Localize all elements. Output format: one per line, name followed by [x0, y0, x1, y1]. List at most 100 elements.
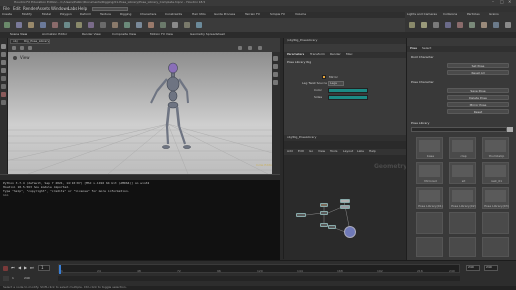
scene-viewport[interactable]: View Indie Edition [8, 52, 280, 174]
reset-button[interactable]: Reset [447, 109, 509, 114]
shelf-tab-volume[interactable]: Volume [295, 13, 306, 16]
console-prompt[interactable]: >>> [3, 194, 8, 197]
snap-icon[interactable] [28, 46, 32, 50]
tab-pose[interactable]: Pose [410, 47, 417, 50]
shelf-tab-guide-process[interactable]: Guide Process [214, 13, 235, 16]
pose-tile[interactable] [482, 212, 509, 234]
sides-field[interactable] [328, 95, 368, 100]
network-node[interactable] [320, 223, 328, 227]
tab-motion-fx-view[interactable]: Motion FX View [150, 33, 173, 36]
pose-tile[interactable]: Pose Library(02) [449, 187, 476, 209]
output-node[interactable] [344, 226, 356, 238]
shelf-tab-characters[interactable]: Characters [140, 13, 156, 16]
geometry-light-icon[interactable] [457, 22, 463, 28]
display-points-icon[interactable] [273, 56, 278, 61]
shelf-tab-create[interactable]: Create [2, 13, 12, 16]
tab-parameters[interactable]: Parameters [287, 53, 304, 56]
pose-tile[interactable]: rest_01 [482, 162, 509, 184]
play-back-icon[interactable]: ◀ [18, 266, 21, 270]
pose-tile[interactable] [449, 212, 476, 234]
file-tool-icon[interactable] [184, 22, 190, 28]
pose-tile[interactable] [482, 237, 509, 257]
delete-pose-button[interactable]: Delete Pose [447, 95, 509, 100]
ghost-icon[interactable] [273, 80, 278, 85]
path-tool-icon[interactable] [124, 22, 130, 28]
shelf-tab-texture[interactable]: Texture [100, 13, 111, 16]
save-pose-button[interactable]: Save Pose [447, 88, 509, 93]
current-frame-field[interactable] [38, 265, 50, 271]
network-editor[interactable]: obj/Rig_PoseLibrary Add Edit Go View Too… [283, 135, 407, 259]
menu-file[interactable]: File [3, 7, 10, 11]
distant-light-icon[interactable] [481, 22, 487, 28]
null-tool-icon[interactable] [64, 22, 70, 28]
sphere-tool-icon[interactable] [16, 22, 22, 28]
wireframe-icon[interactable] [273, 72, 278, 77]
menu-help[interactable]: Help [78, 7, 87, 11]
camera-icon[interactable] [13, 56, 17, 60]
spray-paint-tool-icon[interactable] [136, 22, 142, 28]
pose-tile[interactable] [416, 237, 443, 257]
move-tool-icon[interactable] [1, 52, 6, 57]
pose-tile[interactable]: thumbsUp [482, 137, 509, 159]
mirror-checkbox[interactable] [322, 75, 326, 79]
menu-render[interactable]: Render [23, 7, 37, 11]
shelf-tab-hair-utils[interactable]: Hair Utils [192, 13, 206, 16]
view-label[interactable]: View [20, 56, 30, 60]
desktop-selector[interactable] [92, 7, 128, 11]
tab-render[interactable]: Render [330, 53, 341, 56]
jump-end-icon[interactable]: ⏭ [30, 266, 34, 270]
handle-tool-icon[interactable] [1, 76, 6, 81]
pose-tile[interactable]: Pose Library(01) [416, 187, 443, 209]
maximize-icon[interactable]: □ [500, 0, 504, 4]
grid-tool-icon[interactable] [52, 22, 58, 28]
select-tool-icon[interactable] [1, 44, 6, 49]
tab-misc[interactable]: Misc [346, 53, 353, 56]
metaball-tool-icon[interactable] [172, 22, 178, 28]
character-rig[interactable] [8, 52, 280, 174]
shading-icon[interactable] [258, 46, 262, 50]
menu-assets[interactable]: Assets [37, 7, 50, 11]
shelf-tab-constraints[interactable]: Constraints [165, 13, 182, 16]
minimize-icon[interactable]: – [492, 0, 494, 4]
play-icon[interactable]: ▶ [24, 266, 27, 270]
rotate-tool-icon[interactable] [1, 60, 6, 65]
platonic-tool-icon[interactable] [148, 22, 154, 28]
close-icon[interactable]: ✕ [508, 0, 511, 4]
menu-labs[interactable]: Labs [68, 7, 77, 11]
menu-edit[interactable]: Edit [13, 7, 21, 11]
point-light-icon[interactable] [421, 22, 427, 28]
network-node[interactable] [340, 199, 350, 203]
volume-light-icon[interactable] [469, 22, 475, 28]
pose-tile[interactable]: Mirrored [416, 162, 443, 184]
tab-geometry-spreadsheet[interactable]: Geometry Spreadsheet [190, 33, 225, 36]
draw-curve-tool-icon[interactable] [112, 22, 118, 28]
set-pose-button[interactable]: Set Pose [447, 63, 509, 68]
shelf-tab-deform[interactable]: Deform [80, 13, 91, 16]
search-icon[interactable] [507, 127, 513, 132]
sky-light-icon[interactable] [505, 22, 511, 28]
reset-all-button[interactable]: Reset All [447, 70, 509, 75]
shelf-tab-modify[interactable]: Modify [22, 13, 32, 16]
jump-start-icon[interactable]: ⏮ [11, 266, 15, 270]
pose-tile[interactable] [416, 212, 443, 234]
tab-select[interactable]: Select [422, 47, 431, 50]
camera-tool-icon[interactable] [409, 22, 415, 28]
network-node[interactable] [328, 225, 336, 229]
mirror-pose-button[interactable]: Mirror Pose [447, 102, 509, 107]
shelf-tab-grains[interactable]: Grains [489, 13, 499, 16]
box-tool-icon[interactable] [4, 22, 10, 28]
display-normals-icon[interactable] [273, 64, 278, 69]
pose-tile[interactable] [449, 237, 476, 257]
tab-scene-view[interactable]: Scene View [10, 33, 27, 36]
area-light-icon[interactable] [445, 22, 451, 28]
record-icon[interactable] [3, 266, 8, 271]
shelf-tab-rigging[interactable]: Rigging [120, 13, 131, 16]
tab-composite-view[interactable]: Composite View [112, 33, 136, 36]
lighting-icon[interactable] [248, 46, 252, 50]
curve-tool-icon[interactable] [100, 22, 106, 28]
network-node[interactable] [320, 211, 328, 215]
params-node-path[interactable]: /obj/Rig_PoseLibrary [287, 39, 317, 42]
pose-tile[interactable]: sit [449, 162, 476, 184]
range-slider[interactable] [58, 276, 460, 281]
pose-tool-icon[interactable] [1, 84, 6, 89]
